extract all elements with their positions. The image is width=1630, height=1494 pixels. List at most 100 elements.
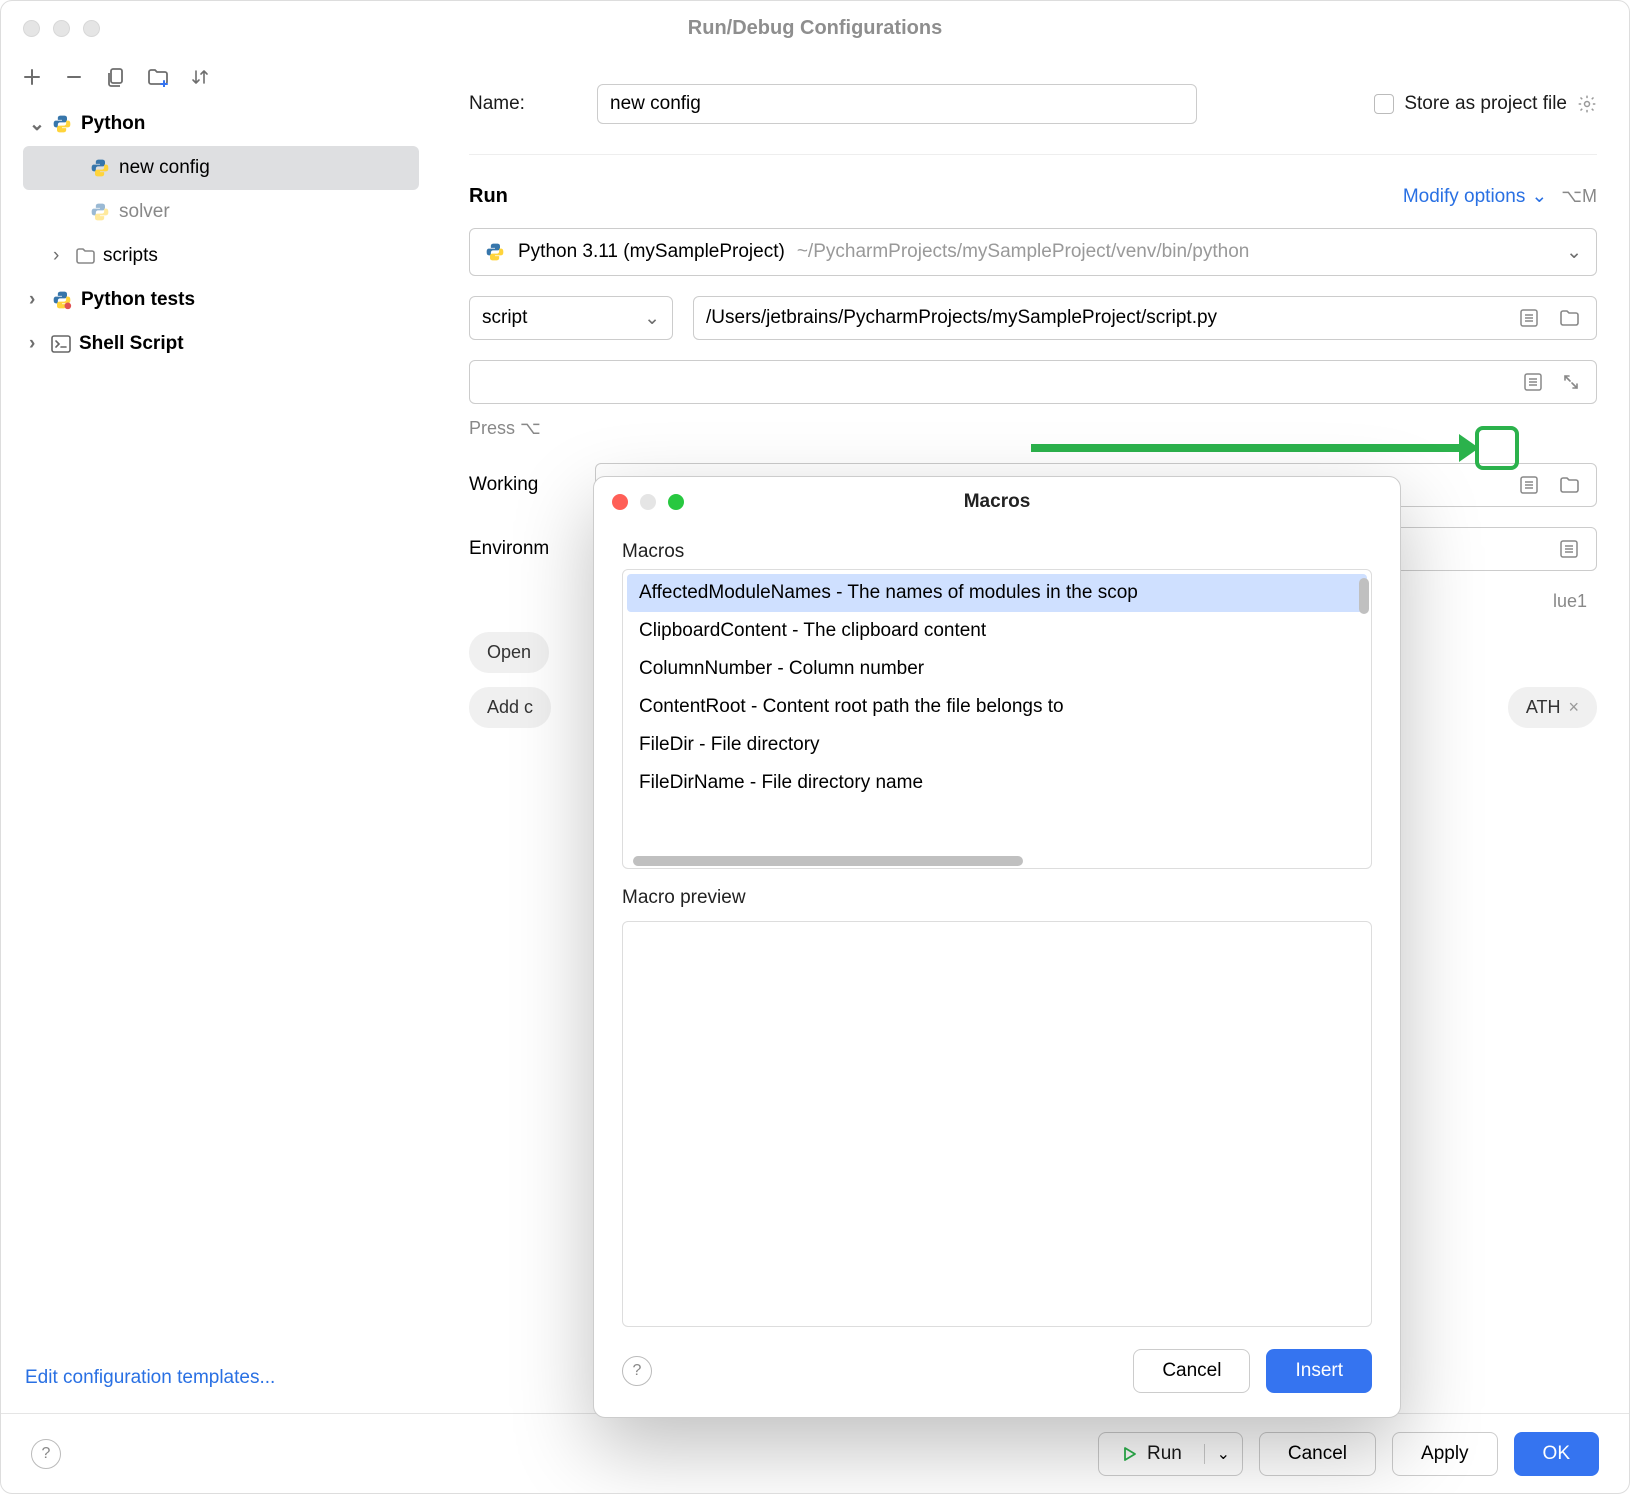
maximize-window-icon[interactable]: [83, 20, 100, 37]
callout-arrow: [1031, 444, 1461, 452]
macro-preview-label: Macro preview: [622, 887, 1372, 909]
tree-label: Python tests: [81, 289, 195, 311]
help-icon[interactable]: ?: [31, 1439, 61, 1469]
run-split-button: Run ⌄: [1098, 1432, 1243, 1476]
minimize-window-icon[interactable]: [640, 494, 656, 510]
macros-titlebar: Macros: [594, 477, 1400, 527]
modify-options-link[interactable]: Modify options ⌄: [1403, 185, 1547, 208]
config-tree: ⌄ Python new config solver › scripts: [1, 102, 441, 366]
tree-label: Shell Script: [79, 333, 184, 355]
vertical-scrollbar[interactable]: [1359, 578, 1369, 614]
folder-icon[interactable]: [1554, 470, 1584, 500]
macros-cancel-button[interactable]: Cancel: [1133, 1349, 1250, 1393]
run-dropdown[interactable]: ⌄: [1204, 1444, 1242, 1464]
tree-label: solver: [119, 201, 170, 223]
window-title: Run/Debug Configurations: [688, 17, 942, 40]
macro-item[interactable]: FileDirName - File directory name: [627, 764, 1367, 802]
folder-icon: [75, 247, 95, 265]
macros-dialog: Macros Macros AffectedModuleNames - The …: [593, 476, 1401, 1418]
chevron-right-icon: ›: [29, 333, 43, 355]
tree-shell-script-node[interactable]: › Shell Script: [23, 322, 419, 366]
list-icon[interactable]: [1514, 470, 1544, 500]
maximize-window-icon[interactable]: [668, 494, 684, 510]
play-icon: [1121, 1446, 1137, 1462]
store-as-file-option[interactable]: Store as project file: [1374, 93, 1597, 115]
chevron-right-icon: ›: [29, 289, 43, 311]
sidebar: ⌄ Python new config solver › scripts: [1, 56, 441, 1413]
ok-button[interactable]: OK: [1514, 1432, 1599, 1476]
chip-open[interactable]: Open: [469, 632, 549, 673]
traffic-lights: [23, 20, 100, 37]
checkbox-icon[interactable]: [1374, 94, 1394, 114]
macro-item[interactable]: ContentRoot - Content root path the file…: [627, 688, 1367, 726]
apply-button[interactable]: Apply: [1392, 1432, 1498, 1476]
add-icon[interactable]: [21, 66, 43, 88]
close-icon[interactable]: ×: [1568, 697, 1579, 718]
tree-label: new config: [119, 157, 210, 179]
script-params-field: [469, 360, 1597, 404]
macros-list-label: Macros: [622, 541, 1372, 563]
macro-preview: [622, 921, 1372, 1327]
edit-templates-link[interactable]: Edit configuration templates...: [25, 1367, 275, 1389]
macro-item[interactable]: ColumnNumber - Column number: [627, 650, 1367, 688]
help-icon[interactable]: ?: [622, 1356, 652, 1386]
env-label: Environm: [469, 538, 579, 560]
press-hint: Press ⌥: [469, 418, 1597, 439]
folder-icon[interactable]: [1554, 303, 1584, 333]
script-params-input[interactable]: [480, 371, 1510, 393]
script-path-field: [693, 296, 1597, 340]
interpreter-path: ~/PycharmProjects/mySampleProject/venv/b…: [797, 241, 1250, 263]
tree-item-new-config[interactable]: new config: [23, 146, 419, 190]
copy-icon[interactable]: [105, 66, 127, 88]
tree-item-solver[interactable]: solver: [23, 190, 419, 234]
chevron-down-icon: ⌄: [1531, 185, 1547, 208]
macro-item[interactable]: AffectedModuleNames - The names of modul…: [627, 574, 1367, 612]
remove-icon[interactable]: [63, 66, 85, 88]
python-icon: [51, 113, 73, 135]
dialog-footer: ? Run ⌄ Cancel Apply OK: [1, 1413, 1629, 1493]
macro-item[interactable]: ClipboardContent - The clipboard content: [627, 612, 1367, 650]
modify-shortcut: ⌥M: [1561, 186, 1597, 207]
name-input[interactable]: [597, 84, 1197, 124]
interpreter-select[interactable]: Python 3.11 (mySampleProject) ~/PycharmP…: [469, 228, 1597, 276]
chevron-down-icon: ⌄: [1566, 241, 1582, 264]
expand-icon[interactable]: [1556, 367, 1586, 397]
sort-icon[interactable]: [189, 66, 211, 88]
chip-add[interactable]: Add c: [469, 687, 551, 728]
chevron-down-icon: ⌄: [1217, 1444, 1230, 1464]
run-button[interactable]: Run: [1099, 1443, 1204, 1465]
minimize-window-icon[interactable]: [53, 20, 70, 37]
interpreter-name: Python 3.11 (mySampleProject): [518, 241, 785, 263]
chevron-down-icon: ⌄: [29, 113, 43, 136]
macros-insert-button[interactable]: Insert: [1266, 1349, 1372, 1393]
python-tests-icon: [51, 289, 73, 311]
cancel-button[interactable]: Cancel: [1259, 1432, 1376, 1476]
tree-label: Python: [81, 113, 145, 135]
run-section-title: Run: [469, 185, 508, 208]
list-icon[interactable]: [1518, 367, 1548, 397]
macros-list[interactable]: AffectedModuleNames - The names of modul…: [622, 569, 1372, 869]
shell-icon: [51, 335, 71, 353]
chip-path[interactable]: ATH×: [1508, 687, 1597, 728]
list-icon[interactable]: [1554, 534, 1584, 564]
close-window-icon[interactable]: [23, 20, 40, 37]
callout-highlight: [1475, 426, 1519, 470]
tree-item-scripts[interactable]: › scripts: [23, 234, 419, 278]
store-as-file-label: Store as project file: [1404, 93, 1567, 115]
horizontal-scrollbar[interactable]: [633, 856, 1023, 866]
python-icon: [89, 201, 111, 223]
close-window-icon[interactable]: [612, 494, 628, 510]
tree-python-node[interactable]: ⌄ Python: [23, 102, 419, 146]
chevron-right-icon: ›: [53, 245, 67, 267]
folder-add-icon[interactable]: [147, 66, 169, 88]
tree-python-tests-node[interactable]: › Python tests: [23, 278, 419, 322]
python-icon: [89, 157, 111, 179]
macro-item[interactable]: FileDir - File directory: [627, 726, 1367, 764]
tree-label: scripts: [103, 245, 158, 267]
script-path-input[interactable]: [706, 307, 1504, 329]
script-mode-select[interactable]: script ⌄: [469, 296, 673, 340]
name-label: Name:: [469, 93, 581, 115]
python-icon: [484, 241, 506, 263]
list-icon[interactable]: [1514, 303, 1544, 333]
gear-icon[interactable]: [1577, 94, 1597, 114]
